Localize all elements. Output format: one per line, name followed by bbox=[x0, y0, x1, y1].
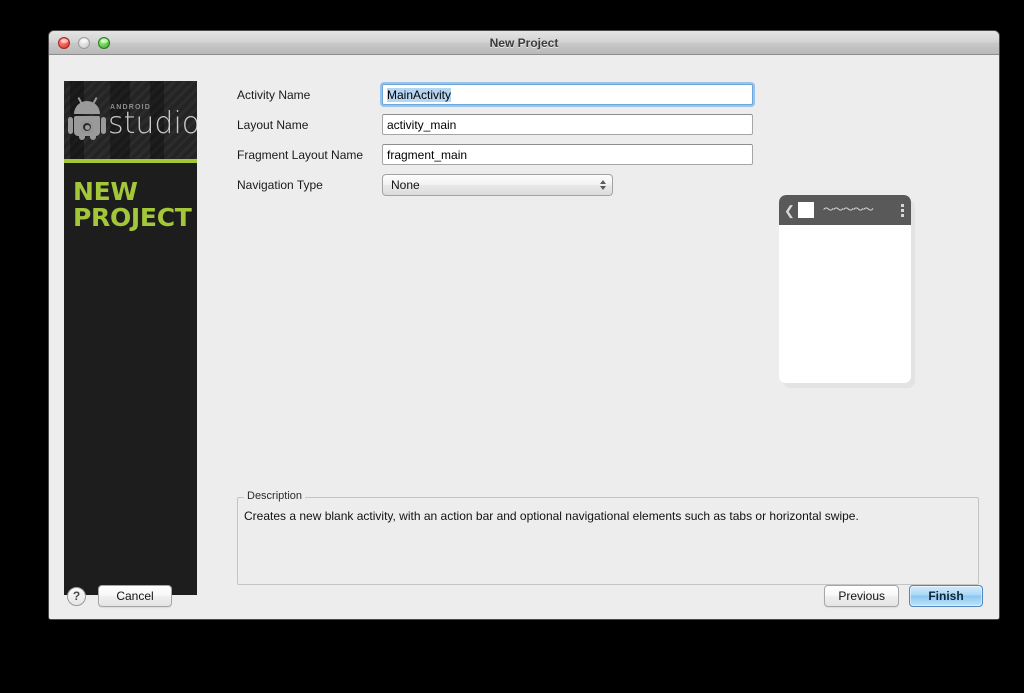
window-titlebar[interactable]: New Project bbox=[49, 31, 999, 55]
previous-button[interactable]: Previous bbox=[824, 585, 899, 607]
label-activity-name: Activity Name bbox=[237, 87, 311, 102]
minimize-icon[interactable] bbox=[78, 36, 90, 49]
form-row-activity-name: Activity Name MainActivity bbox=[237, 81, 979, 108]
dialog-content: ANDROID studio NEW PROJECT Activity Name… bbox=[49, 55, 999, 619]
traffic-lights bbox=[58, 36, 110, 49]
banner-heading-line2: PROJECT bbox=[73, 202, 192, 232]
template-preview: ❮ 〜〜〜〜〜 bbox=[779, 195, 915, 388]
activity-name-input[interactable]: MainActivity bbox=[382, 84, 753, 105]
banner-logo-area: ANDROID studio bbox=[64, 81, 197, 159]
preview-screen: ❮ 〜〜〜〜〜 bbox=[779, 195, 911, 383]
zoom-icon[interactable] bbox=[98, 36, 110, 49]
finish-button[interactable]: Finish bbox=[909, 585, 983, 607]
fragment-layout-name-input[interactable]: fragment_main bbox=[382, 144, 753, 165]
label-navigation-type: Navigation Type bbox=[237, 177, 323, 192]
android-studio-wordmark: ANDROID studio bbox=[108, 104, 197, 141]
close-icon[interactable] bbox=[58, 36, 70, 49]
preview-action-bar-title: 〜〜〜〜〜 bbox=[822, 204, 874, 216]
fragment-layout-name-value: fragment_main bbox=[387, 147, 468, 162]
chevron-updown-icon[interactable] bbox=[600, 179, 606, 190]
app-icon bbox=[797, 202, 814, 218]
layout-name-value: activity_main bbox=[387, 117, 457, 132]
new-project-dialog: New Project ANDROID studio NEW PROJECT A… bbox=[48, 30, 1000, 620]
label-fragment-layout-name: Fragment Layout Name bbox=[237, 147, 364, 162]
description-legend: Description bbox=[244, 490, 306, 502]
dialog-footer: ? Cancel Previous Finish bbox=[49, 571, 999, 619]
back-chevron-icon: ❮ bbox=[784, 202, 795, 218]
activity-name-value: MainActivity bbox=[387, 87, 452, 102]
project-form: Activity Name MainActivity Layout Name a… bbox=[237, 81, 979, 201]
preview-action-bar: ❮ 〜〜〜〜〜 bbox=[779, 195, 911, 225]
preview-content-area bbox=[779, 225, 911, 383]
window-title: New Project bbox=[489, 35, 559, 50]
navigation-type-value: None bbox=[391, 177, 420, 192]
navigation-type-select[interactable]: None bbox=[382, 173, 613, 196]
cancel-button[interactable]: Cancel bbox=[98, 585, 172, 607]
description-text: Creates a new blank activity, with an ac… bbox=[244, 509, 859, 523]
form-row-layout-name: Layout Name activity_main bbox=[237, 111, 979, 138]
banner-heading-line1: NEW bbox=[73, 177, 138, 206]
overflow-menu-icon bbox=[901, 203, 904, 217]
help-icon[interactable]: ? bbox=[67, 586, 86, 606]
android-robot-icon bbox=[68, 96, 106, 140]
android-studio-banner: ANDROID studio NEW PROJECT bbox=[64, 81, 197, 595]
label-layout-name: Layout Name bbox=[237, 117, 309, 132]
layout-name-input[interactable]: activity_main bbox=[382, 114, 753, 135]
brand-studio-label: studio bbox=[108, 105, 197, 141]
form-row-fragment-layout-name: Fragment Layout Name fragment_main bbox=[237, 141, 979, 168]
gear-icon bbox=[81, 121, 93, 133]
banner-heading: NEW PROJECT bbox=[64, 163, 197, 230]
form-row-navigation-type: Navigation Type None bbox=[237, 171, 979, 198]
